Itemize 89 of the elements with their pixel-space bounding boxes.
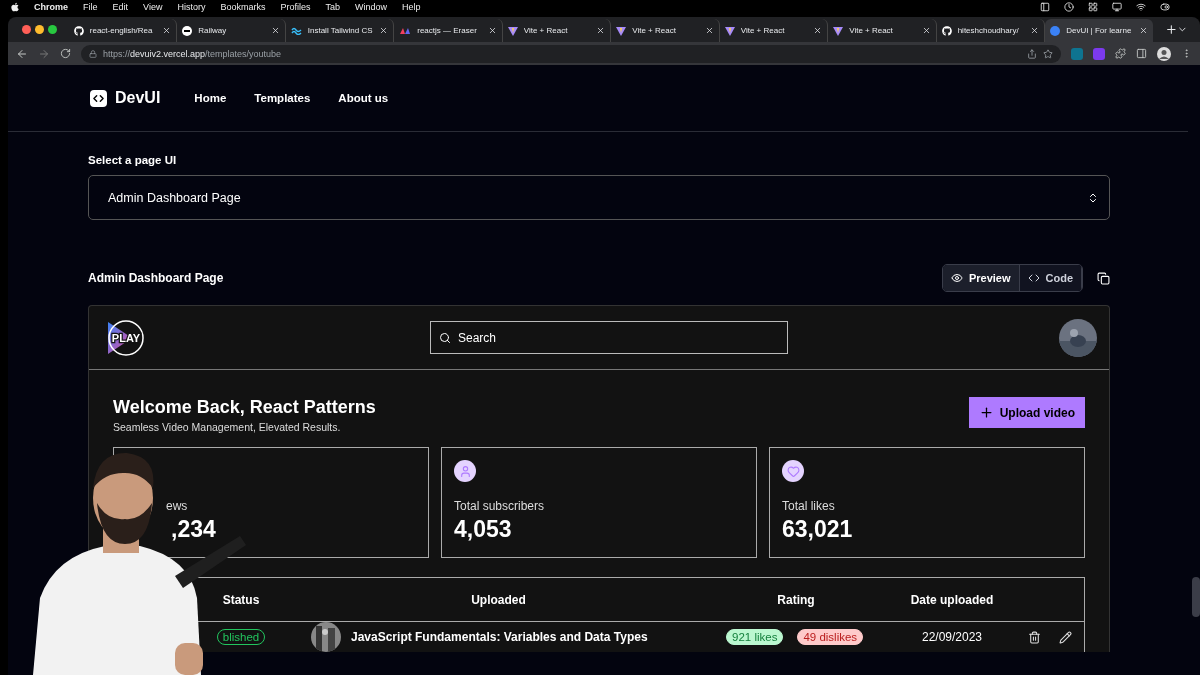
vite-icon — [616, 25, 627, 36]
wifi-icon[interactable] — [1136, 2, 1146, 12]
column-header: Uploaded — [470, 592, 527, 607]
column-header: Date uploaded — [909, 592, 995, 607]
menu-item[interactable]: History — [177, 2, 206, 12]
menu-item[interactable]: Bookmarks — [220, 2, 266, 12]
copy-icon[interactable] — [1097, 271, 1110, 285]
share-icon[interactable] — [1027, 48, 1037, 59]
close-icon[interactable] — [704, 26, 714, 35]
video-title: JavaScript Fundamentals: Variables and Data Types — [351, 630, 648, 644]
welcome-subtitle: Seamless Video Management, Elevated Results. — [113, 421, 342, 433]
extensions-icon[interactable] — [1115, 48, 1126, 59]
menu-item[interactable]: Help — [402, 2, 421, 12]
column-header: Status — [221, 592, 261, 607]
monitor-icon[interactable] — [1112, 2, 1122, 12]
globe-icon — [1050, 25, 1061, 36]
scrollbar-thumb[interactable] — [1192, 577, 1200, 617]
reload-icon[interactable] — [60, 48, 71, 59]
menu-item[interactable]: Edit — [112, 2, 129, 12]
site-logo[interactable]: DevUI — [115, 89, 161, 107]
close-icon[interactable] — [1030, 26, 1040, 35]
preview-title: Admin Dashboard Page — [88, 271, 225, 285]
apple-icon[interactable] — [10, 2, 20, 12]
close-icon[interactable] — [1138, 26, 1148, 35]
view-toggle[interactable]: Preview — [942, 265, 1020, 291]
close-icon[interactable] — [921, 26, 931, 35]
profile-avatar[interactable] — [1157, 46, 1171, 61]
eraser-icon — [399, 26, 412, 35]
welcome-title: Welcome Back, React Patterns — [113, 397, 377, 418]
close-icon[interactable] — [813, 26, 823, 35]
menu-item[interactable]: File — [83, 2, 98, 12]
updown-icon — [1087, 191, 1099, 204]
logo-icon — [90, 89, 107, 107]
close-icon[interactable] — [270, 26, 280, 35]
side-panel-icon[interactable] — [1136, 48, 1147, 59]
nav-link[interactable]: Templates — [254, 92, 311, 104]
menu-item[interactable]: Window — [354, 2, 387, 12]
close-icon[interactable] — [596, 26, 606, 35]
select-label: Select a page UI — [88, 154, 178, 166]
browser-tab[interactable]: DevUI | For learne — [1045, 19, 1153, 42]
plus-icon — [978, 405, 994, 420]
user-icon — [454, 460, 476, 482]
grid-icon[interactable] — [1088, 2, 1098, 12]
clock-icon[interactable] — [1064, 2, 1074, 12]
search-field[interactable]: Search — [430, 321, 788, 354]
close-icon[interactable] — [379, 26, 389, 35]
menu-item[interactable]: Profiles — [280, 2, 311, 12]
dislikes-badge: 49 dislikes — [797, 629, 864, 645]
star-icon[interactable] — [1043, 48, 1053, 59]
railway-icon — [182, 25, 193, 36]
stat-label: ews — [165, 499, 189, 513]
address-field[interactable]: https://devuiv2.vercel.app/templates/youtube — [81, 44, 1061, 63]
vite-icon — [833, 25, 844, 36]
vite-icon — [507, 25, 518, 36]
column-header: Rating — [776, 592, 816, 607]
back-icon[interactable] — [16, 47, 28, 60]
stat-value: 63,021 — [782, 516, 854, 543]
close-icon[interactable] — [162, 26, 172, 35]
github-icon — [73, 25, 84, 36]
page-select[interactable]: Admin Dashboard Page — [88, 175, 1110, 220]
eye-icon — [950, 272, 963, 284]
vite-icon — [724, 25, 735, 36]
edit-icon[interactable] — [1059, 630, 1072, 644]
toggle-icon[interactable] — [1160, 2, 1170, 12]
delete-icon[interactable] — [1028, 630, 1041, 644]
menu-item[interactable]: Tab — [325, 2, 340, 12]
maximize-window-button[interactable] — [48, 25, 57, 34]
upload-button[interactable]: Upload video — [968, 397, 1085, 428]
close-icon[interactable] — [487, 26, 497, 35]
close-window-button[interactable] — [22, 25, 31, 34]
code-icon — [1027, 272, 1040, 284]
stat-value: ,234 — [170, 516, 217, 543]
likes-badge: 921 likes — [726, 629, 784, 645]
menu-item[interactable]: View — [143, 2, 163, 12]
stat-label: Total likes — [782, 499, 836, 513]
stat-value: 4,053 — [454, 516, 513, 543]
nav-link[interactable]: Home — [194, 92, 227, 104]
menu-item[interactable]: Chrome — [34, 2, 68, 12]
lock-icon — [89, 49, 97, 58]
github-icon — [941, 25, 952, 36]
wave-icon — [290, 26, 302, 35]
view-toggle[interactable]: Code — [1019, 265, 1082, 291]
date-cell: 22/09/2023 — [921, 630, 983, 644]
search-icon — [439, 331, 451, 344]
stat-label: Total subscribers — [454, 499, 546, 513]
new-tab-icon[interactable] — [1164, 23, 1178, 36]
minimize-window-button[interactable] — [35, 25, 44, 34]
nav-link[interactable]: About us — [338, 92, 389, 104]
panel-icon[interactable] — [1040, 2, 1050, 12]
